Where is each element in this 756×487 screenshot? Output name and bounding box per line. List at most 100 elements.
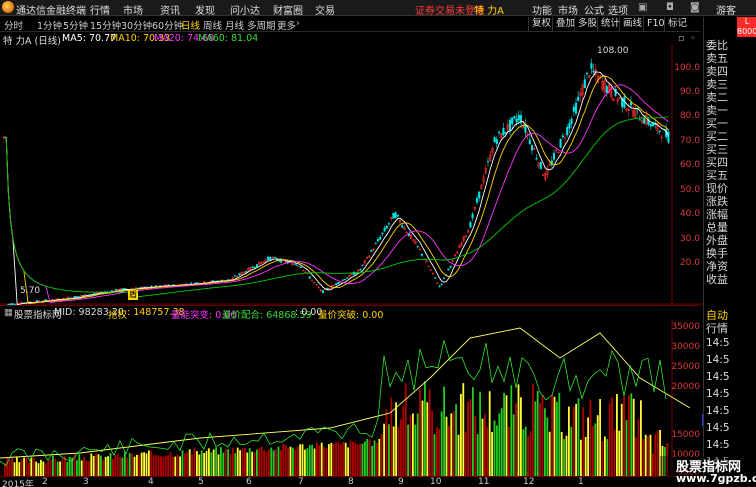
tick-time: 14:5: [706, 422, 730, 434]
event-flag[interactable]: 盾: [128, 290, 138, 300]
volume-bar: [539, 402, 541, 476]
volume-bar: [364, 441, 366, 476]
volume-bar: [215, 447, 217, 476]
expand-icon[interactable]: ◦: [690, 33, 696, 44]
app-title: 通达信金融终端: [16, 6, 86, 17]
menu-quotes[interactable]: 行情: [90, 2, 110, 17]
volume-bar: [287, 448, 289, 476]
volume-bar: [433, 434, 436, 476]
volume-bar: [536, 390, 539, 476]
menu-trade[interactable]: 交易: [315, 2, 335, 17]
volume-bar: [59, 461, 61, 476]
volume-bar: [546, 417, 549, 476]
volume-bar: [128, 453, 131, 476]
candle-body: [211, 280, 215, 282]
volume-bar: [270, 447, 273, 476]
volume-bar: [234, 453, 237, 476]
y-tick: 40.0: [679, 209, 700, 219]
volume-bar: [294, 449, 297, 476]
y-tick: 60.0: [679, 160, 700, 170]
more-arrow-icon[interactable]: ›: [296, 18, 300, 29]
tab-monthly[interactable]: 月线: [225, 18, 244, 32]
volume-bar: [424, 381, 426, 476]
tab-multiperiod[interactable]: 多周期: [247, 18, 276, 32]
tab-more[interactable]: 更多: [277, 18, 296, 32]
quote-field: 卖四: [706, 65, 728, 78]
x-label: 6: [246, 477, 252, 487]
menu-discover[interactable]: 发现: [195, 2, 215, 17]
volume-bar: [356, 444, 359, 476]
candle-body: [150, 285, 153, 288]
volume-bar: [570, 426, 573, 476]
tab-30min[interactable]: 30分钟: [121, 18, 152, 32]
quote-tab[interactable]: 行情: [706, 322, 728, 335]
volume-bar: [371, 446, 373, 476]
mark-button[interactable]: 标记: [664, 17, 690, 31]
volume-bar: [136, 454, 138, 476]
settings-icon[interactable]: ▫: [678, 33, 684, 44]
volume-bar: [28, 462, 30, 476]
volume-bar: [589, 399, 592, 476]
menu-ask[interactable]: 问小达: [230, 2, 260, 17]
menu-options[interactable]: 选项: [608, 2, 628, 17]
volume-bar: [613, 429, 616, 476]
corner-badge[interactable]: L 8000: [737, 17, 756, 37]
x-label: 12: [523, 477, 535, 487]
lock-icon[interactable]: ◙: [690, 2, 700, 13]
volume-bar: [169, 452, 172, 476]
menu-news[interactable]: 资讯: [160, 2, 180, 17]
x-axis: 2015年 2 3 4 5 6 7 8 9 10 11 12 1: [0, 476, 703, 487]
menu-icon[interactable]: ▣: [638, 2, 647, 13]
volume-bar: [304, 449, 306, 476]
candle-body: [123, 288, 127, 290]
menu-market2[interactable]: 市场: [558, 2, 578, 17]
indicator-chart[interactable]: [0, 318, 703, 476]
kline-chart[interactable]: [0, 45, 703, 305]
maximize-icon[interactable]: ◘: [666, 2, 674, 13]
volume-bar: [162, 456, 165, 476]
volume-bar: [575, 403, 577, 476]
volume-bar: [522, 429, 525, 476]
tab-weekly[interactable]: 周线: [203, 18, 222, 32]
draw-line-button[interactable]: 画线: [619, 17, 645, 31]
volume-bar: [301, 444, 304, 476]
volume-bar: [620, 403, 623, 476]
menu-function[interactable]: 功能: [532, 2, 552, 17]
menubar: 通达信金融终端 行情 市场 资讯 发现 问小达 财富圈 交易 证券交易未登录 特…: [0, 0, 756, 17]
auto-label[interactable]: 自动: [706, 309, 728, 322]
tab-daily[interactable]: 日线: [181, 18, 200, 32]
volume-bar: [383, 423, 385, 476]
indicator-icon[interactable]: ▦: [4, 307, 13, 318]
volume-bar: [407, 424, 409, 476]
quote-field: 卖五: [706, 52, 728, 65]
candle-body: [394, 212, 397, 219]
candle-body: [269, 256, 272, 261]
volume-bar: [37, 463, 40, 476]
volume-bar: [582, 407, 585, 476]
volume-bar: [172, 456, 174, 476]
candle-body: [244, 271, 248, 273]
menu-wealth[interactable]: 财富圈: [273, 2, 303, 17]
volume-bar: [368, 439, 371, 476]
tab-5min[interactable]: 5分钟: [63, 18, 88, 32]
tab-1min[interactable]: 1分钟: [37, 18, 62, 32]
volume-bar: [565, 435, 568, 476]
tab-60min[interactable]: 60分钟: [152, 18, 183, 32]
watermark-url: www.7gpzb.com: [676, 472, 756, 485]
volume-bar: [385, 409, 388, 476]
volume-bar: [188, 449, 191, 476]
tick-time: 14:5: [706, 354, 730, 366]
volume-bar: [510, 385, 513, 476]
volume-bar: [544, 408, 546, 476]
volume-bar: [445, 416, 448, 476]
volume-bar: [416, 413, 419, 476]
menu-market[interactable]: 市场: [123, 2, 143, 17]
tab-15min[interactable]: 15分钟: [90, 18, 121, 32]
restore-rights-button[interactable]: 复权: [528, 17, 554, 31]
candle-body: [359, 269, 362, 271]
menu-formula[interactable]: 公式: [584, 2, 604, 17]
candle-body: [73, 296, 76, 299]
candle-body: [442, 277, 446, 279]
guest-label[interactable]: 游客: [716, 2, 736, 17]
tab-timeshare[interactable]: 分时: [4, 18, 23, 32]
